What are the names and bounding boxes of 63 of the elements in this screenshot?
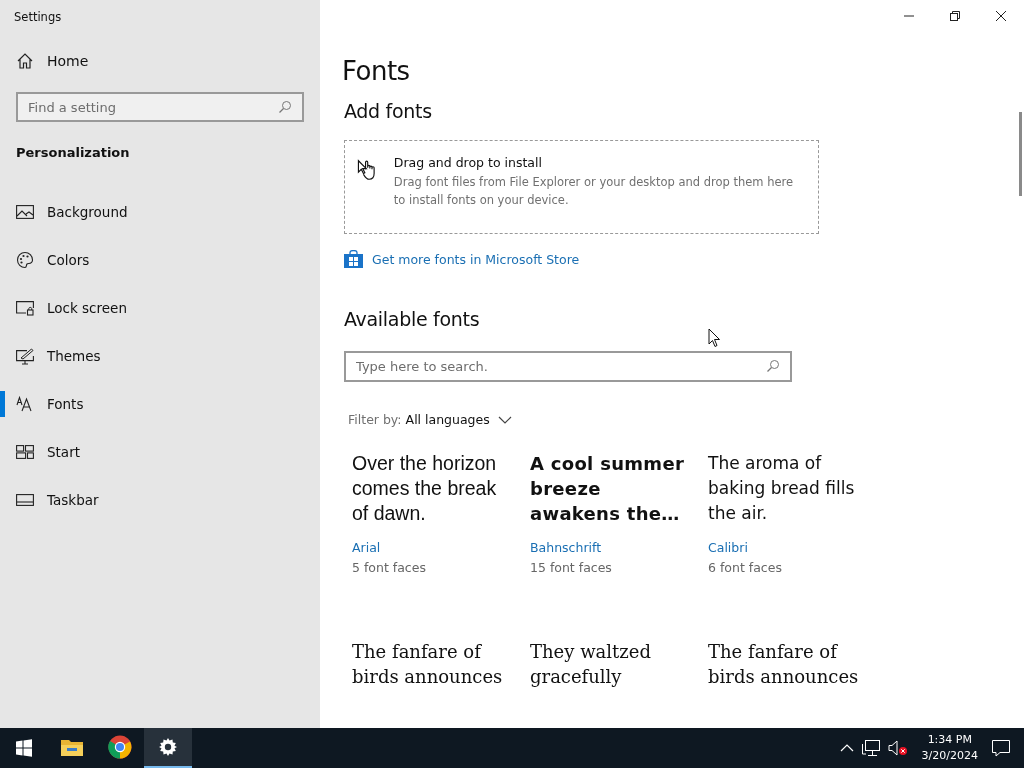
page-title: Fonts [342,56,410,86]
section-heading: Available fonts [344,308,480,330]
taskbar-app[interactable] [144,728,192,768]
speaker-muted-icon[interactable] [887,740,908,756]
close-icon[interactable] [995,10,1007,22]
nav-item[interactable]: Themes [0,343,320,369]
font-name: Bahnschrift [530,540,602,555]
nav-item[interactable]: Colors [0,247,320,273]
chevron-up-icon[interactable] [839,744,854,752]
themes-icon [16,347,34,365]
taskbar-icon [16,494,34,506]
home-link[interactable]: Home [16,52,89,70]
browser-icon [108,735,132,759]
palette-icon [16,251,34,269]
store-bag-icon [344,250,363,268]
nav-item[interactable]: Start [0,439,320,465]
font-card[interactable]: The aroma of baking bread fills the air. Calibri 6 font faces [708,451,886,589]
font-card[interactable]: Over the horizon comes the break of dawn. Arial 5 font faces [352,451,530,589]
font-faces-count: 6 font faces [708,560,782,575]
drop-title: Drag and drop to install [393,155,543,170]
font-sample: They waltzed gracefully [530,640,652,689]
filter-dropdown[interactable]: All languages [405,412,512,427]
font-faces-count: 5 font faces [352,560,426,575]
chevron-down-icon [497,415,512,424]
restore-icon[interactable] [949,10,961,22]
font-sample: The fanfare of birds announces [352,640,504,689]
start-tiles-icon [16,445,34,459]
picture-frame-icon [16,204,34,220]
lock-screen-icon [16,300,34,316]
font-card[interactable]: They waltzed gracefully [530,639,708,689]
font-sample: The fanfare of birds announces [708,640,860,689]
font-sample: Over the horizon comes the break of dawn. [352,451,498,526]
font-search-field[interactable]: Type here to search. [344,351,792,382]
font-faces-count: 15 font faces [530,560,612,575]
search-icon [766,359,780,373]
section-heading: Personalization [16,145,130,160]
search-icon [278,100,292,114]
folder-icon [61,738,83,756]
clock[interactable]: 1:34 PM 3/20/2024 [921,732,978,764]
notification-icon[interactable] [992,739,1010,757]
nav-item[interactable]: Background [0,199,320,225]
drop-description: Drag font files from File Explorer or your desktop and drop them here to install fonts on your device. [393,174,795,209]
font-name: Arial [352,540,381,555]
fonts-icon [16,396,34,412]
font-card[interactable]: A cool summer breeze awakens the… Bahnschrift 15 font faces [530,451,708,589]
font-card[interactable]: The fanfare of birds announces [352,639,530,689]
font-name: Calibri [708,540,748,555]
nav-item[interactable]: Taskbar [0,487,320,513]
network-icon[interactable] [861,740,880,756]
mouse-pointer-icon [708,328,721,348]
font-sample: A cool summer breeze awakens the… [530,452,686,526]
filter-label: Filter by: [348,412,402,427]
drop-zone[interactable]: Drag and drop to install Drag font files from File Explorer or your desktop and drop them here to install fonts on your device. [344,140,819,234]
section-heading: Add fonts [344,100,432,122]
search-field[interactable]: Find a setting [16,92,304,122]
scrollbar[interactable] [1019,112,1022,196]
store-link[interactable]: Get more fonts in Microsoft Store [372,251,580,267]
nav-item[interactable]: Lock screen [0,295,320,321]
font-card[interactable]: The fanfare of birds announces [708,639,886,689]
home-icon [16,52,34,70]
window-title: Settings [14,10,62,24]
font-sample: The aroma of baking bread fills the air. [708,452,856,525]
gear-icon [158,737,178,757]
